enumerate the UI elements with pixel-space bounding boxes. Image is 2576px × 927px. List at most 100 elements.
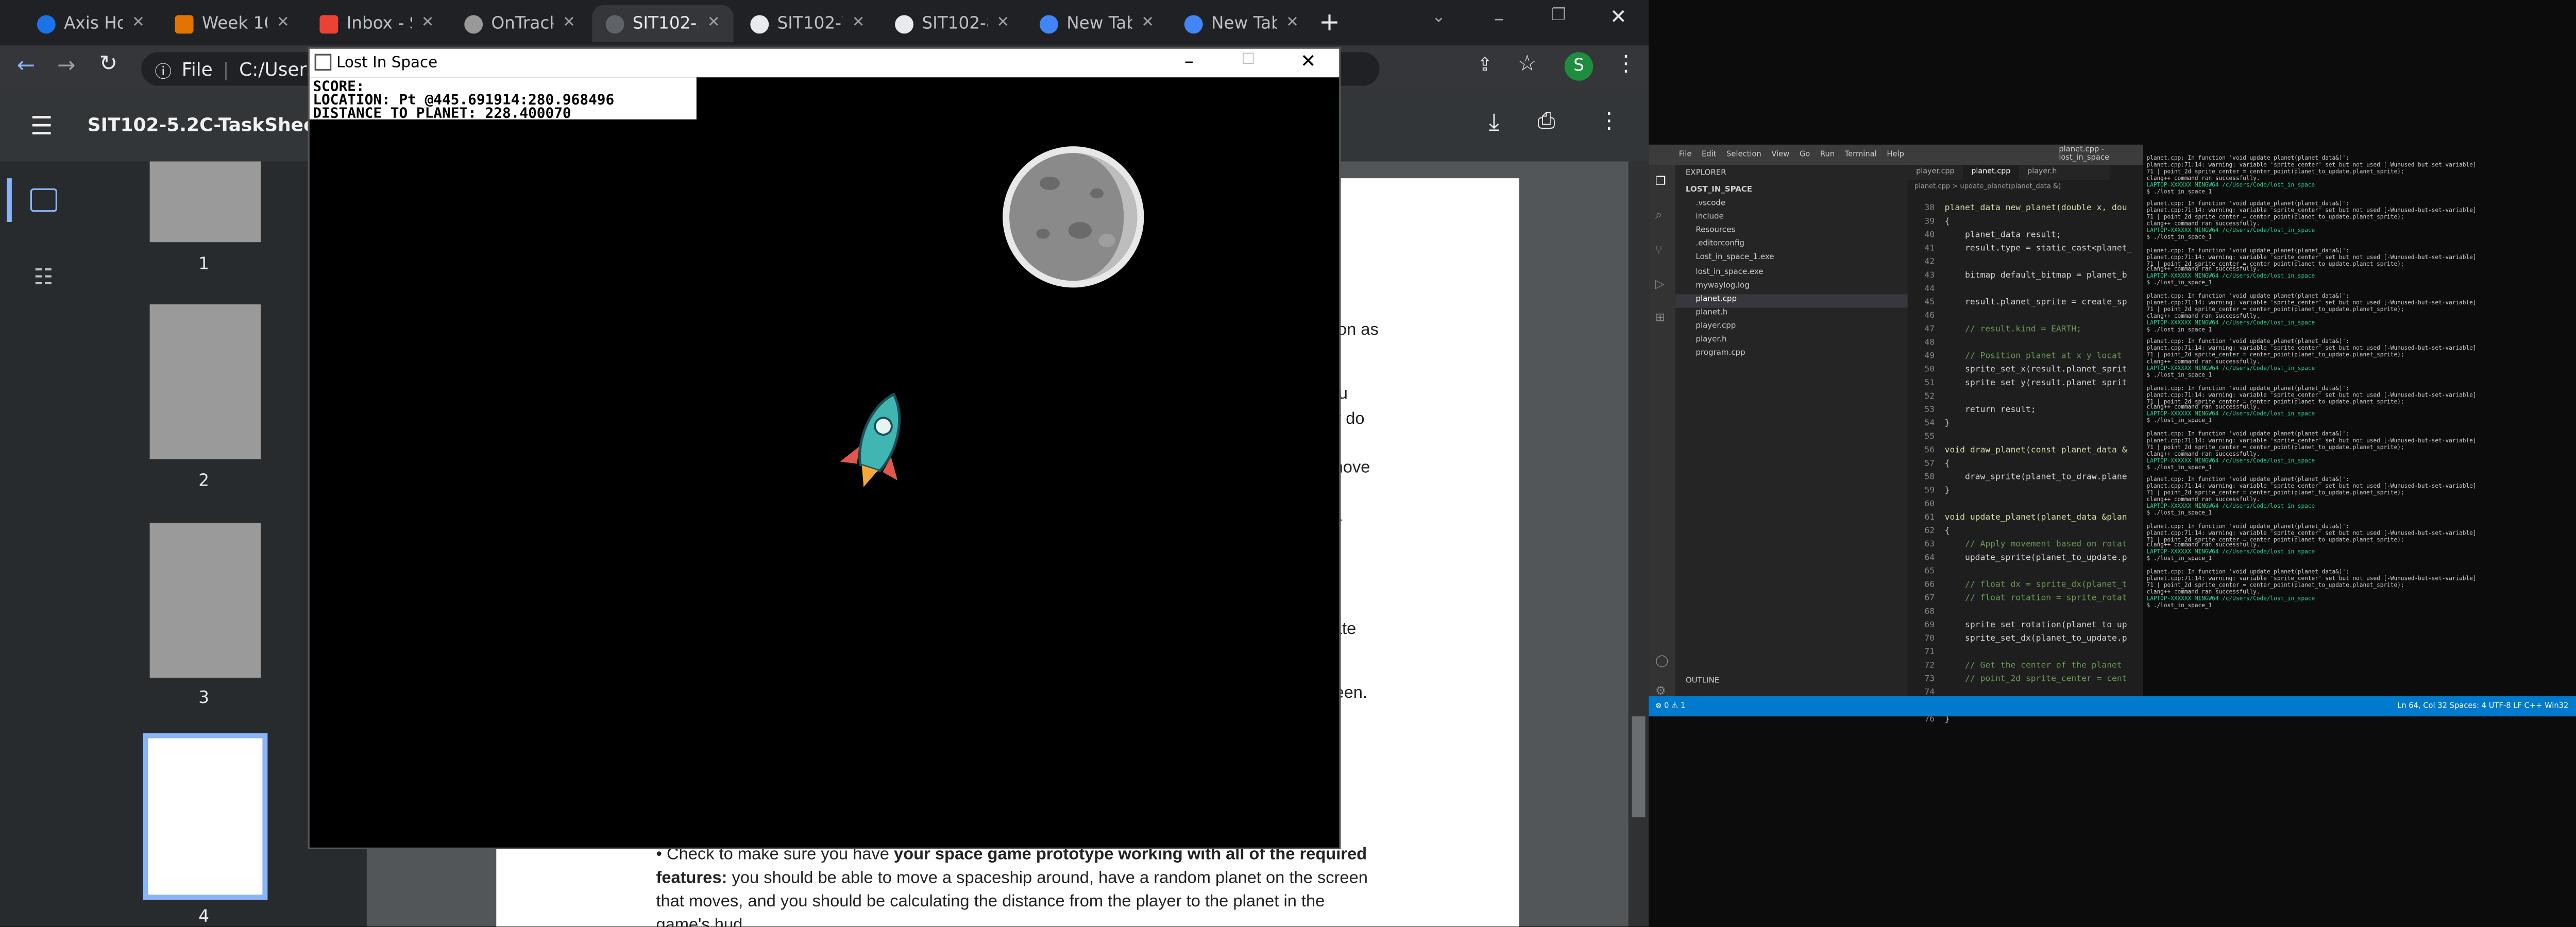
tab-week10[interactable]: Week 10 ✕ [161,5,302,42]
window-close-icon[interactable]: ✕ [1610,5,1627,29]
code-line: 52 [1924,391,1935,402]
search-icon[interactable]: ⌕ [1649,198,1675,234]
tab-axis[interactable]: Axis Hom✕ [24,5,158,42]
code-line: 41 result.type = static_cast<planet_ [1924,244,2132,254]
editor[interactable]: player.cpp planet.cpp player.h planet.cp… [1907,164,2132,725]
minimize-icon[interactable]: – [1184,50,1194,72]
app-icon [314,54,332,71]
hamburger-menu-icon[interactable]: ☰ [30,111,53,142]
code-line: 73 // point_2d sprite_center = cent [1924,674,2127,684]
maximize-icon: ☐ [1241,52,1256,69]
profile-avatar[interactable]: S [1564,52,1594,81]
reload-icon[interactable]: ↻ [99,52,118,77]
page-thumbnail-selected[interactable] [143,733,268,900]
code-line: 43 bitmap default_bitmap = planet_b [1924,270,2127,281]
activity-bar: ❐ ⌕ ⑂ ▷ ⊞ ◯ ⚙ [1648,164,1676,698]
code-line: 65 [1924,566,1935,577]
extensions-icon[interactable]: ⊞ [1649,301,1675,334]
download-icon[interactable]: ⤓ [1489,109,1499,136]
bullet-item: • Check to make sure you have your space… [656,846,1368,927]
code-line: 46 [1924,311,1935,321]
gmail-icon [319,14,338,33]
hud-distance: DISTANCE TO PLANET: 228.400070 [313,106,571,123]
code-line: 60 [1924,499,1935,510]
source-control-icon[interactable]: ⑂ [1649,234,1675,267]
tab-new-2[interactable]: New Tab ✕ [1171,5,1312,42]
code-line: 55 [1924,432,1935,442]
outline-view-icon[interactable]: ☷ [33,266,53,291]
code-line: 40 planet_data result; [1924,230,2061,241]
tab-sit102-5[interactable]: SIT102-5✕ [592,5,734,42]
terminal-line: $ ./lost_in_space_1 [2146,463,2212,470]
close-icon[interactable]: ✕ [1141,15,1154,32]
thumbnails-view-icon[interactable] [30,188,58,212]
status-bar: ⊗ 0 ⚠ 1 Ln 64, Col 32 Spaces: 4 UTF-8 LF… [1648,696,2576,717]
google-icon [1039,14,1058,33]
tab-new-1[interactable]: New Tab ✕ [1026,5,1167,42]
page-thumbnail[interactable] [149,523,261,678]
code-line: 38 planet_data new_planet(double x, dou [1924,203,2127,214]
course-favicon-icon [175,14,194,33]
tab-strip: Axis Hom✕ Week 10✕ Inbox - S✕ OnTrack✕ S… [0,0,1649,46]
scrollbar-thumb[interactable] [1632,716,1646,817]
info-icon: ⓘ [155,63,172,82]
terminal-line: $ ./lost_in_space_1 [2146,555,2212,562]
close-icon[interactable]: ✕ [852,15,865,32]
terminal-line: $ ./lost_in_space_1 [2146,509,2212,517]
tab-search-chevron-icon[interactable]: ⌄ [1432,8,1446,27]
code-line: 54} [1924,419,1950,429]
breadcrumb: planet.cpp > update_planet(planet_data &… [1914,181,2061,190]
run-debug-icon[interactable]: ▷ [1649,267,1675,301]
code-line: 42 [1924,257,1935,268]
code-line: 71 [1924,647,1935,658]
code-line: 53 return result; [1924,405,2036,416]
print-icon[interactable]: ⎙ [1537,109,1555,134]
account-icon[interactable]: ◯ [1649,335,1675,678]
kebab-menu-icon[interactable]: ⋮ [1615,52,1637,77]
ontrack-favicon-icon [464,14,483,33]
tab-inbox[interactable]: Inbox - S ✕ [306,5,447,42]
bookmark-star-icon[interactable]: ☆ [1517,52,1537,77]
spaceship [840,392,901,487]
close-icon[interactable]: ✕ [421,15,434,32]
code-line: 51 sprite_set_y(result.planet_sprit [1924,378,2127,389]
page-thumbnail[interactable] [149,161,261,243]
forward-arrow-icon[interactable]: → [57,54,76,79]
close-icon[interactable]: ✕ [277,15,290,32]
close-icon[interactable]: ✕ [563,15,575,32]
scrollbar[interactable] [1628,161,1649,927]
code-line: 64 update_sprite(planet_to_update.p [1924,553,2127,563]
page-thumbnail[interactable] [149,304,261,459]
code-line: 45 result.planet_sprite = create_sp [1924,297,2127,308]
window-close-icon[interactable]: ✕ [1300,50,1316,72]
files-icon[interactable]: ❐ [1649,165,1675,198]
back-arrow-icon[interactable]: ← [17,54,36,79]
terminal-line: $ ./lost_in_space_1 [2146,601,2212,608]
close-icon[interactable]: ✕ [1286,15,1299,32]
globe-icon [895,14,914,33]
tab-ontrack[interactable]: OnTrack ✕ [451,5,589,42]
share-icon[interactable]: ⇪ [1477,54,1493,75]
google-icon [1184,14,1203,33]
code-line: 72 // Get the center of the planet [1924,661,2122,671]
terminal-line: $ ./lost_in_space_1 [2146,233,2212,241]
vscode-menubar: File Edit Selection View Go Run Terminal Help p… [1648,144,2143,165]
integrated-terminal[interactable]: planet.cpp: In function 'void update_pla… [2143,144,2576,717]
close-icon[interactable]: ✕ [707,15,720,32]
code-line: 69 sprite_set_rotation(planet_to_up [1924,620,2127,631]
terminal-line: $ ./lost_in_space_1 [2146,417,2212,424]
tab-sit102-7[interactable]: SIT102-7✕ [737,5,878,42]
close-icon[interactable]: ✕ [997,15,1010,32]
vscode-window: File Edit Selection View Go Run Terminal Help p… [1648,144,2576,725]
new-tab-plus-icon[interactable]: + [1319,7,1340,37]
minimize-icon[interactable]: – [1494,7,1504,30]
pdf-more-icon[interactable]: ⋮ [1598,109,1620,134]
tab-sit102-8[interactable]: SIT102-8✕ [882,5,1023,42]
terminal-line: $ ./lost_in_space_1 [2146,371,2212,379]
restore-icon[interactable]: ❐ [1551,7,1566,25]
close-icon[interactable]: ✕ [132,15,145,32]
code-line: 44 [1924,284,1935,295]
code-line: 66 // float dx = sprite_dx(planet_t [1924,580,2127,591]
code-line: 63 // Apply movement based on rotat [1924,540,2127,550]
thumb-number: 2 [198,472,210,491]
